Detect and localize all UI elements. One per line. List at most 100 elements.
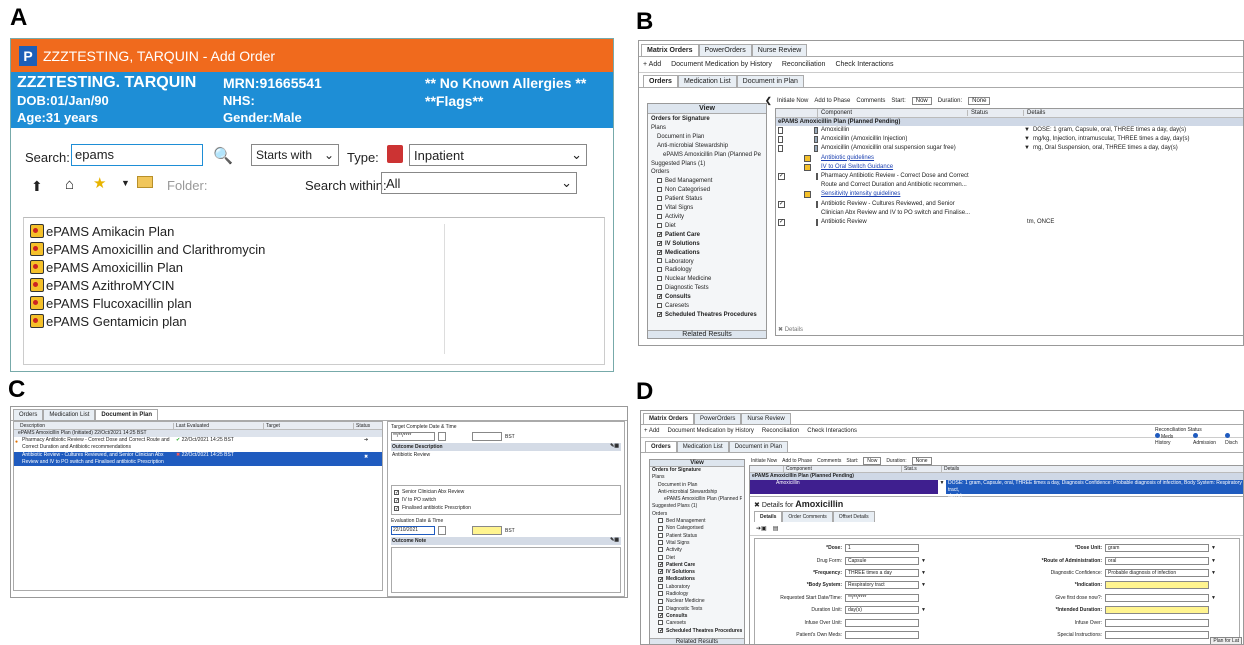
tree-item[interactable]: Document in Plan (651, 133, 763, 142)
checkbox[interactable] (658, 525, 663, 531)
toolbar-item-0[interactable]: + Add (643, 61, 661, 68)
eval-time-input[interactable] (472, 526, 502, 535)
tab-document-in-plan[interactable]: Document in Plan (736, 75, 804, 87)
checkbox[interactable] (778, 136, 783, 144)
checklist-icon[interactable]: ▤ (773, 525, 779, 532)
selected-order-row[interactable]: Amoxicillin ▼ DOSE: 1 gram, Capsule, ora… (750, 480, 1243, 499)
checkbox[interactable] (658, 605, 663, 611)
col-component[interactable]: Component (818, 110, 968, 116)
tab-orders[interactable]: Orders (13, 409, 44, 420)
chevron-down-icon[interactable]: ▼ (921, 582, 926, 588)
checkbox[interactable] (657, 196, 662, 202)
tree-item[interactable]: Diet (652, 555, 742, 562)
tree-item[interactable]: Non Categorised (651, 186, 763, 195)
checkbox[interactable]: ✓ (657, 249, 663, 256)
search-input[interactable]: epams (71, 144, 203, 166)
tab-medication-list[interactable]: Medication List (677, 75, 737, 87)
col-status[interactable]: Status (968, 110, 1024, 116)
order-toolbar-item-4[interactable]: Now (911, 97, 932, 105)
checkbox[interactable] (658, 518, 663, 524)
tree-item[interactable]: Orders (652, 511, 742, 518)
chevron-down-icon[interactable]: ▼ (121, 178, 130, 188)
tab-matrix-orders[interactable]: Matrix Orders (643, 413, 695, 424)
plan-header[interactable]: ePAMS Amoxicillin Plan (Planned Pending) (776, 118, 1243, 126)
arrow-right-icon[interactable]: ➔ (364, 437, 368, 444)
checkbox[interactable] (657, 204, 662, 210)
allergies[interactable]: ** No Known Allergies ** (425, 75, 586, 91)
tree-item[interactable]: Patient Status (651, 195, 763, 204)
checkbox[interactable] (657, 213, 662, 219)
tree-item[interactable]: Plans (652, 474, 742, 481)
order-toolbar-item-6[interactable]: None (968, 97, 991, 105)
tab-powerorders[interactable]: PowerOrders (698, 44, 752, 56)
toolbar-item-0[interactable]: + Add (644, 428, 660, 434)
checkbox[interactable] (657, 267, 662, 273)
checkbox[interactable] (658, 591, 663, 597)
checkbox[interactable] (658, 554, 663, 560)
order-toolbar-item-4[interactable]: Now (863, 457, 882, 465)
flags[interactable]: **Flags** (425, 93, 483, 109)
table-row[interactable]: ✓ Antibiotic Review tm, ONCE (776, 218, 1243, 227)
col-last-evaluated[interactable]: Last Evaluated (174, 422, 264, 429)
order-toolbar-item-0[interactable]: Initiate Now (777, 98, 808, 104)
tree-item[interactable]: ePAMS Amoxicillin Plan (Planned Pe (651, 151, 763, 160)
tree-item[interactable]: Radiology (652, 591, 742, 598)
up-folder-icon[interactable]: ⬆ (31, 178, 43, 195)
tree-item[interactable]: Suggested Plans (1) (652, 503, 742, 510)
tree-item[interactable]: Vital Signs (652, 540, 742, 547)
checkbox[interactable] (657, 285, 662, 291)
tree-item[interactable]: ✓ Consults (652, 613, 742, 620)
field-input[interactable] (1105, 581, 1209, 590)
checkbox[interactable]: ✓ (658, 613, 664, 619)
tree-item[interactable]: Vital Signs (651, 204, 763, 213)
calendar-icon[interactable] (438, 526, 446, 535)
checkbox[interactable]: ✓ (394, 489, 399, 495)
list-item[interactable]: ePAMS Flucoxacillin plan (24, 294, 604, 312)
field-input[interactable] (845, 630, 919, 639)
list-item[interactable]: ePAMS Amoxicillin and Clarithromycin (24, 240, 604, 258)
toolbar-item-1[interactable]: Document Medication by History (668, 428, 754, 434)
table-row[interactable]: ● Pharmacy Antibiotic Review - Correct D… (14, 437, 382, 452)
component[interactable]: Sensitivity intensity guidelines (818, 190, 1024, 199)
toolbar-item-3[interactable]: Check Interactions (835, 61, 893, 68)
tree-item[interactable]: ePAMS Amoxicillin Plan (Planned Pe (652, 496, 742, 503)
table-row[interactable]: Antibiotic guidelines (776, 154, 1243, 163)
tab-medication-list[interactable]: Medication List (43, 409, 96, 420)
chevron-down-icon[interactable]: ▼ (921, 607, 926, 613)
checkbox[interactable] (778, 127, 783, 135)
checkbox[interactable]: ✓ (778, 173, 785, 181)
tree-item[interactable]: Activity (651, 213, 763, 222)
checkbox[interactable] (657, 222, 662, 228)
tree-item[interactable]: Laboratory (652, 584, 742, 591)
tree-item[interactable]: Nuclear Medicine (651, 275, 763, 284)
toolbar-item-1[interactable]: Document Medication by History (671, 61, 772, 68)
component[interactable]: IV to Oral Switch Guidance (818, 163, 1024, 172)
eval-date-input[interactable]: 22/10/2021 (391, 526, 435, 535)
table-row[interactable]: Sensitivity intensity guidelines (776, 190, 1243, 199)
close-icon[interactable]: ✖ (754, 502, 760, 509)
folder-icon[interactable] (137, 176, 153, 188)
type-select[interactable]: Inpatient ⌄ (409, 144, 587, 166)
tree-item[interactable]: Bed Management (651, 177, 763, 186)
outcome-note-input[interactable] (391, 547, 621, 593)
field-input[interactable] (1105, 593, 1209, 602)
field-input[interactable]: Capsule (845, 556, 919, 565)
edit-icon[interactable]: ✎▦ (610, 443, 619, 449)
chevron-down-icon[interactable]: ▼ (921, 570, 926, 576)
checkbox[interactable] (658, 547, 663, 553)
field-input[interactable]: gram (1105, 544, 1209, 553)
tab-document-in-plan[interactable]: Document in Plan (95, 409, 159, 420)
table-row[interactable]: IV to Oral Switch Guidance (776, 163, 1243, 172)
table-row[interactable]: Amoxicillin ▼ DOSE: 1 gram, Capsule, oral,… (776, 126, 1243, 135)
order-toolbar-item-3[interactable]: Start: (891, 98, 905, 104)
checkbox[interactable] (657, 258, 662, 264)
collapse-icon[interactable]: ❮ (765, 96, 772, 105)
tree-item[interactable]: Activity (652, 547, 742, 554)
recon-item[interactable]: Meds History (1155, 433, 1189, 446)
checkbox[interactable]: ✓ (658, 576, 664, 583)
col-component[interactable]: Component (784, 466, 902, 472)
tab-nurse-review[interactable]: Nurse Review (751, 44, 808, 56)
tab-medication-list[interactable]: Medication List (676, 441, 729, 452)
field-input[interactable] (845, 618, 919, 627)
tab-offset-details[interactable]: Offset Details (832, 511, 875, 522)
